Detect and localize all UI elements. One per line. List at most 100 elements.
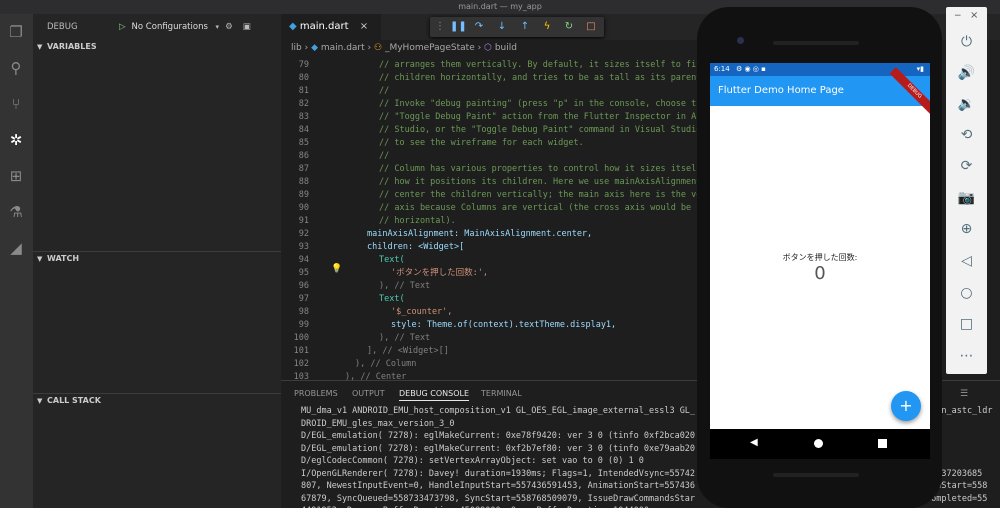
activity-bar: ❐ ⚲ ⑂ ✲ ⊞ ⚗ ◢ — [0, 14, 33, 508]
counter-value: 0 — [814, 263, 826, 284]
more-icon[interactable]: ⋯ — [954, 345, 979, 367]
overview-icon[interactable]: □ — [954, 313, 979, 335]
filter-icon[interactable]: ☰ — [960, 389, 968, 399]
files-icon[interactable]: ❐ — [5, 22, 27, 42]
camera-icon[interactable]: 📷 — [954, 187, 979, 209]
code-line: // axis because Columns are vertical (th… — [379, 203, 692, 213]
code-line: Text( — [379, 255, 405, 265]
watch-section[interactable]: ▼ WATCH — [33, 251, 281, 265]
line-number: 80 — [298, 73, 309, 83]
tab-terminal[interactable]: TERMINAL — [481, 389, 522, 398]
home-icon[interactable]: ○ — [954, 282, 979, 304]
volume-up-icon[interactable]: 🔊 — [954, 62, 979, 84]
home-icon[interactable] — [814, 439, 823, 448]
debug-sidebar: ▼ VARIABLES ▼ WATCH ▼ CALL STACK — [33, 40, 281, 508]
speaker-grille — [773, 473, 859, 477]
line-number: 102 — [293, 359, 309, 369]
zoom-icon[interactable]: ⊕ — [954, 218, 979, 240]
line-number: 84 — [298, 125, 309, 135]
code-line: // Invoke "debug painting" (press "p" in… — [379, 99, 707, 109]
code-editor[interactable]: 💡 // arranges them vertically. By defaul… — [311, 56, 711, 380]
code-line: // center the children vertically; the m… — [379, 190, 711, 200]
code-line: // "Toggle Debug Paint" action from the … — [379, 112, 711, 122]
search-icon[interactable]: ⚲ — [5, 58, 27, 78]
chevron-down-icon: ▼ — [37, 43, 43, 51]
code-line: ), // Center — [345, 372, 407, 380]
code-line: '$_counter', — [391, 307, 453, 317]
line-number: 95 — [298, 268, 309, 278]
back-icon[interactable]: ◁ — [954, 250, 979, 272]
code-line: // horizontal). — [379, 216, 456, 226]
speaker-grille — [773, 41, 859, 45]
code-line: ), // Text — [379, 281, 431, 291]
call-stack-section[interactable]: ▼ CALL STACK — [33, 393, 281, 407]
line-number: 101 — [293, 346, 309, 356]
step-over-icon[interactable]: ↷ — [472, 19, 486, 35]
code-line: // arranges them vertically. By default,… — [379, 60, 711, 70]
chevron-down-icon: ▼ — [37, 255, 43, 263]
phone-screen: 6:14 ⚙ ◉ ◎ ▪ ▾▮ Flutter Demo Home Page D… — [710, 63, 930, 459]
status-time: 6:14 — [714, 65, 730, 73]
code-line: // — [379, 151, 390, 161]
drag-handle-icon[interactable]: ⋮ — [433, 19, 447, 35]
line-number: 100 — [293, 333, 309, 343]
stop-icon[interactable]: □ — [584, 19, 598, 35]
line-number: 94 — [298, 255, 309, 265]
tab-problems[interactable]: PROBLEMS — [294, 389, 338, 398]
back-icon[interactable]: ◀ — [750, 437, 758, 448]
code-line: // how it positions its children. Here w… — [379, 177, 711, 187]
app-bar: Flutter Demo Home Page DEBUG — [710, 67, 930, 116]
start-debug-icon[interactable]: ▷ — [119, 22, 126, 32]
line-number: 79 — [298, 60, 309, 70]
front-camera-icon — [737, 37, 744, 44]
hot-reload-icon[interactable]: ϟ — [540, 19, 554, 35]
line-number: 93 — [298, 242, 309, 252]
line-number: 83 — [298, 112, 309, 122]
pause-icon[interactable]: ❚❚ — [450, 19, 467, 35]
counter-label: ボタンを押した回数: — [782, 253, 858, 262]
app-title: Flutter Demo Home Page — [718, 85, 844, 96]
rotate-left-icon[interactable]: ⟲ — [954, 124, 979, 146]
tab-debug-console[interactable]: DEBUG CONSOLE — [399, 389, 470, 401]
power-icon[interactable]: ⏻ — [954, 31, 979, 53]
flutter-icon[interactable]: ◢ — [5, 238, 27, 258]
configuration-select[interactable]: No Configurations — [132, 22, 216, 32]
line-number-gutter: 79 80 81 82 83 84 85 86 87 88 89 90 91 92 93 94 95 96 97 98… — [281, 56, 311, 382]
debug-icon[interactable]: ✲ — [5, 130, 27, 150]
code-line: 'ボタンを押した回数:', — [391, 268, 488, 278]
increment-fab[interactable]: + — [891, 391, 921, 421]
restart-icon[interactable]: ↻ — [562, 19, 576, 35]
step-into-icon[interactable]: ↓ — [495, 19, 509, 35]
code-line: // — [379, 86, 390, 96]
close-icon[interactable]: × — [360, 21, 368, 32]
gear-icon[interactable]: ⚙ — [225, 22, 233, 32]
test-icon[interactable]: ⚗ — [5, 202, 27, 222]
rotate-right-icon[interactable]: ⟳ — [954, 155, 979, 177]
code-line: ], // <Widget>[] — [367, 346, 449, 356]
source-control-icon[interactable]: ⑂ — [5, 94, 27, 114]
line-number: 98 — [298, 307, 309, 317]
tab-output[interactable]: OUTPUT — [352, 389, 385, 398]
console-icon[interactable]: ▣ — [243, 22, 251, 32]
code-line: // Column has various properties to cont… — [379, 164, 711, 174]
status-icons: ⚙ ◉ ◎ ▪ — [735, 65, 766, 73]
emulator-controls: − × ⏻ 🔊 🔉 ⟲ ⟳ 📷 ⊕ ◁ ○ □ ⋯ — [946, 7, 987, 374]
extensions-icon[interactable]: ⊞ — [5, 166, 27, 186]
android-nav-bar: ◀ — [710, 429, 930, 459]
overview-icon[interactable] — [878, 439, 887, 448]
lightbulb-icon[interactable]: 💡 — [331, 264, 342, 274]
console-line-overflow: Completed=55 — [926, 493, 988, 504]
battery-icon: ▾▮ — [916, 65, 924, 73]
chevron-down-icon: ▼ — [37, 397, 43, 405]
line-number: 90 — [298, 203, 309, 213]
code-line: // Studio, or the "Toggle Debug Paint" c… — [379, 125, 711, 135]
tab-main-dart[interactable]: ◆ main.dart × — [281, 14, 381, 40]
variables-section[interactable]: ▼ VARIABLES — [33, 40, 281, 54]
code-line: ), // Column — [355, 359, 417, 369]
step-out-icon[interactable]: ↑ — [518, 19, 532, 35]
code-line: // to see the wireframe for each widget. — [379, 138, 584, 148]
close-icon[interactable]: × — [970, 10, 978, 21]
chevron-down-icon[interactable]: ▾ — [216, 23, 220, 31]
volume-down-icon[interactable]: 🔉 — [954, 93, 979, 115]
minimize-icon[interactable]: − — [954, 11, 962, 21]
